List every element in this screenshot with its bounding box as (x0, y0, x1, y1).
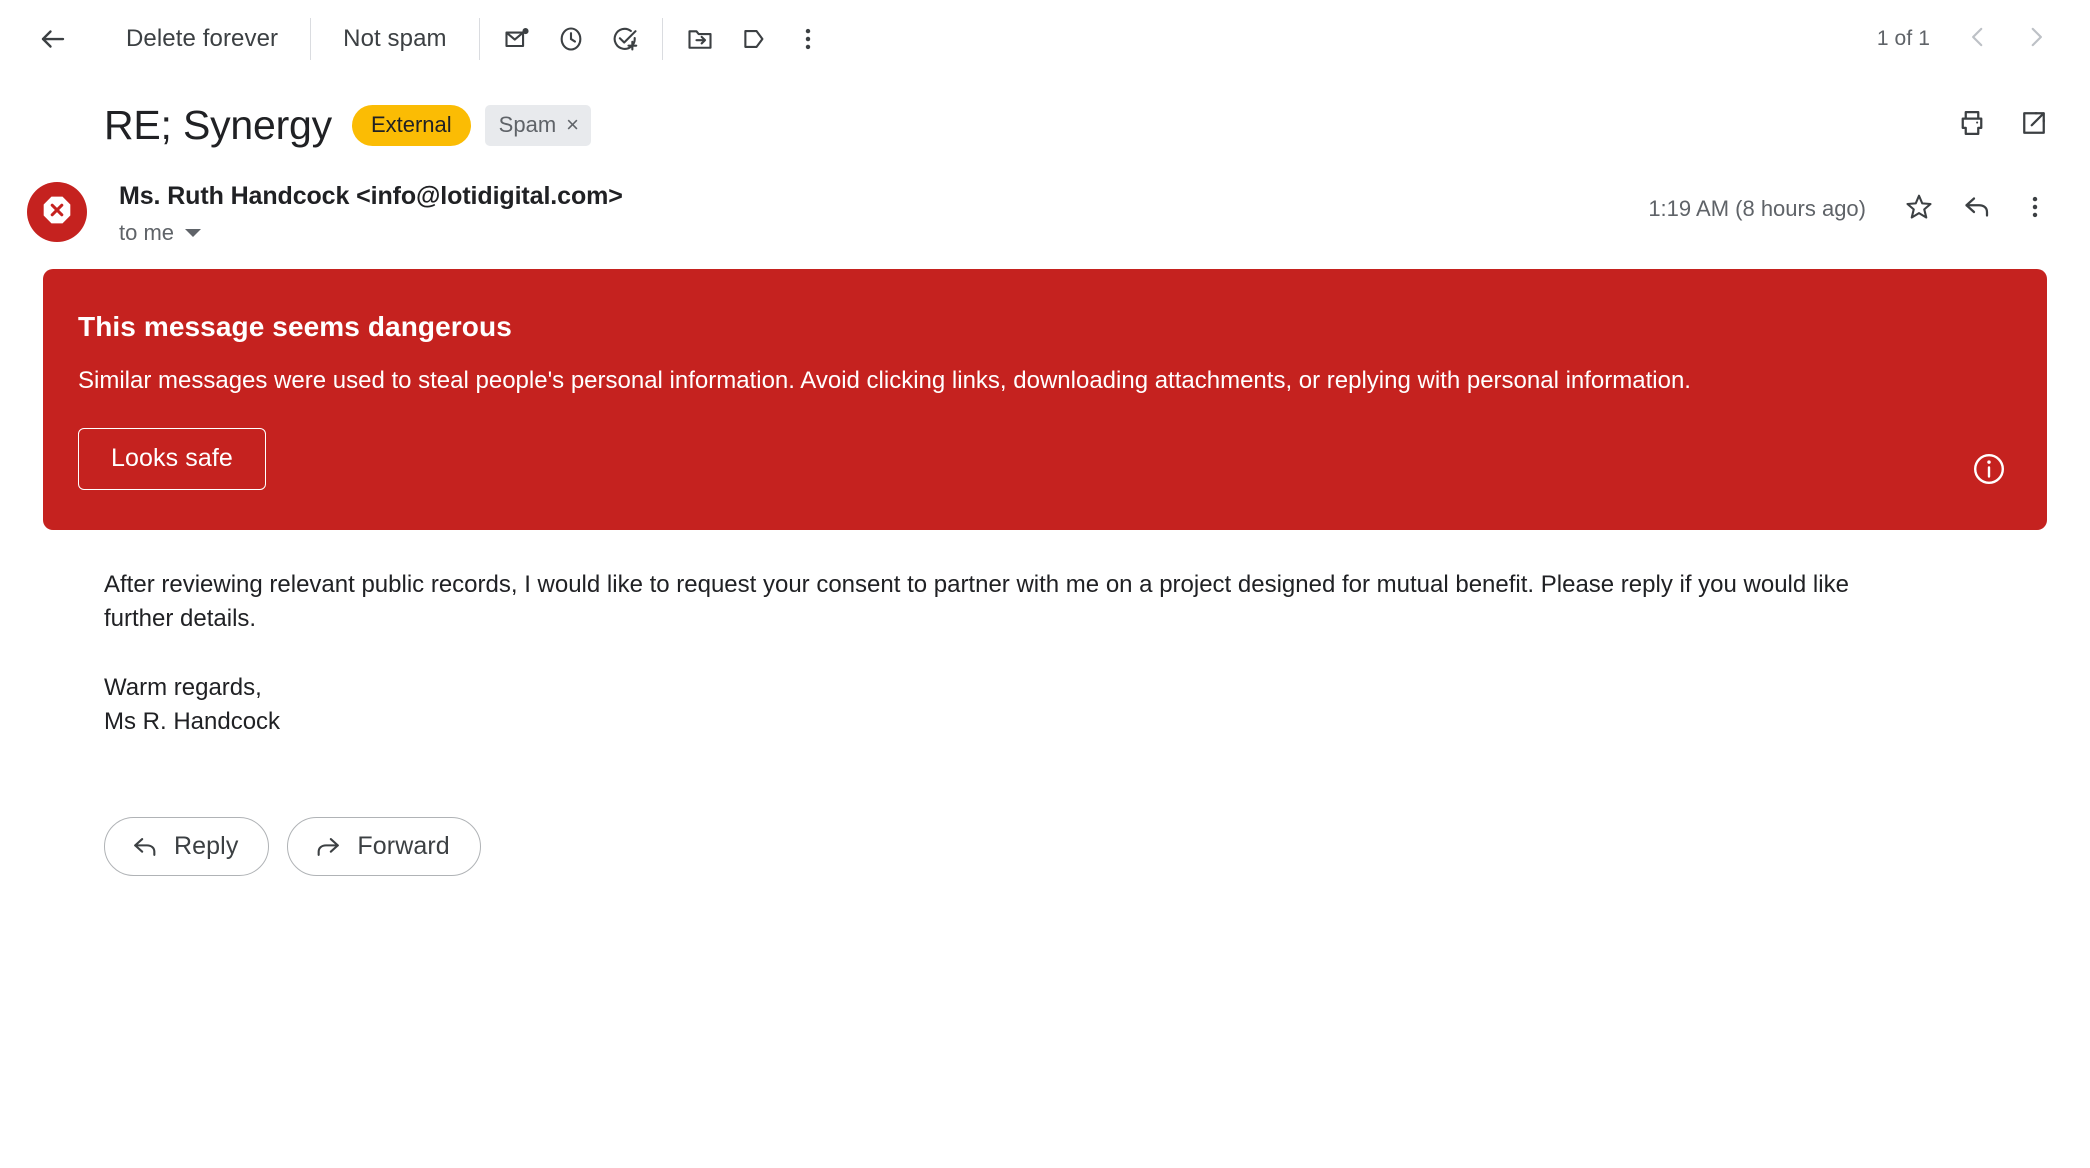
previous-message-button[interactable] (1952, 13, 2004, 65)
pager-count-label: 1 of 1 (1876, 27, 1930, 50)
looks-safe-button[interactable]: Looks safe (78, 428, 266, 491)
toolbar-divider-3 (661, 18, 663, 60)
message-body: After reviewing relevant public records,… (0, 530, 1960, 739)
print-icon (1957, 108, 1987, 143)
banner-info-button[interactable] (1971, 451, 2007, 487)
external-badge[interactable]: External (351, 104, 471, 146)
star-icon (1904, 192, 1934, 227)
back-button[interactable] (26, 12, 80, 66)
message-meta-actions: 1:19 AM (8 hours ago) (1648, 174, 2062, 236)
subject-actions (1944, 97, 2062, 153)
dangerous-message-banner: This message seems dangerous Similar mes… (43, 269, 2047, 531)
toolbar-divider-2 (478, 18, 480, 60)
snooze-clock-icon (557, 25, 585, 53)
banner-description: Similar messages were used to steal peop… (78, 367, 1691, 394)
sender-name-email: Ms. Ruth Handcock <info@lotidigital.com> (119, 182, 623, 210)
forward-button-label: Forward (357, 832, 450, 861)
label-button[interactable] (727, 12, 781, 66)
delete-forever-button[interactable]: Delete forever (104, 15, 300, 63)
not-spam-button[interactable]: Not spam (321, 15, 469, 63)
snooze-button[interactable] (544, 12, 598, 66)
print-button[interactable] (1944, 97, 2000, 153)
open-in-new-icon (2019, 108, 2049, 143)
reply-button[interactable]: Reply (104, 817, 270, 877)
sender-details: Ms. Ruth Handcock <info@lotidigital.com>… (119, 174, 1648, 246)
remove-label-icon[interactable]: × (566, 113, 579, 136)
page-title: RE; Synergy (104, 101, 332, 148)
subject-row: RE; Synergy External Spam × (0, 78, 2090, 164)
back-arrow-icon (38, 24, 68, 54)
move-to-folder-button[interactable] (673, 12, 727, 66)
avatar (27, 182, 87, 242)
reply-icon-button[interactable] (1950, 182, 2004, 236)
message-action-buttons: Reply Forward (0, 739, 2090, 877)
spam-label-text: Spam (498, 111, 557, 137)
message-timestamp: 1:19 AM (8 hours ago) (1648, 196, 1866, 221)
move-to-folder-icon (686, 25, 714, 53)
add-to-tasks-button[interactable] (598, 12, 652, 66)
forward-arrow-icon (314, 833, 342, 861)
next-message-button[interactable] (2010, 13, 2062, 65)
star-button[interactable] (1892, 182, 1946, 236)
banner-content: This message seems dangerous Similar mes… (78, 311, 1878, 491)
dangerous-octagon-icon (40, 193, 74, 232)
message-paragraph: After reviewing relevant public records,… (104, 571, 1849, 633)
reply-arrow-icon (1962, 192, 1992, 227)
message-pager: 1 of 1 (1877, 13, 2062, 65)
message-more-button[interactable] (2008, 182, 2062, 236)
mark-as-unread-icon (503, 25, 531, 53)
message-signature: Ms R. Handcock (104, 708, 281, 736)
add-to-tasks-icon (611, 25, 639, 53)
reply-button-label: Reply (174, 832, 239, 861)
spam-label-chip[interactable]: Spam × (484, 104, 592, 146)
forward-button[interactable]: Forward (287, 817, 481, 877)
more-options-button[interactable] (781, 12, 835, 66)
more-options-icon (794, 25, 822, 53)
sender-row: Ms. Ruth Handcock <info@lotidigital.com>… (0, 164, 2090, 246)
chevron-down-icon (185, 229, 202, 237)
banner-title: This message seems dangerous (78, 311, 512, 342)
more-options-icon (2021, 193, 2049, 226)
chevron-left-icon (1965, 24, 1991, 55)
info-circle-icon (1971, 454, 2007, 491)
message-signoff: Warm regards, (104, 673, 262, 701)
recipient-label: to me (119, 220, 175, 245)
recipient-expander[interactable]: to me (119, 220, 202, 246)
message-toolbar: Delete forever Not spam 1 of 1 (0, 0, 2090, 78)
mark-as-unread-button[interactable] (490, 12, 544, 66)
toolbar-divider-1 (310, 18, 312, 60)
label-tag-icon (740, 25, 768, 53)
open-in-new-window-button[interactable] (2006, 97, 2062, 153)
chevron-right-icon (2023, 24, 2049, 55)
reply-arrow-icon (131, 833, 159, 861)
